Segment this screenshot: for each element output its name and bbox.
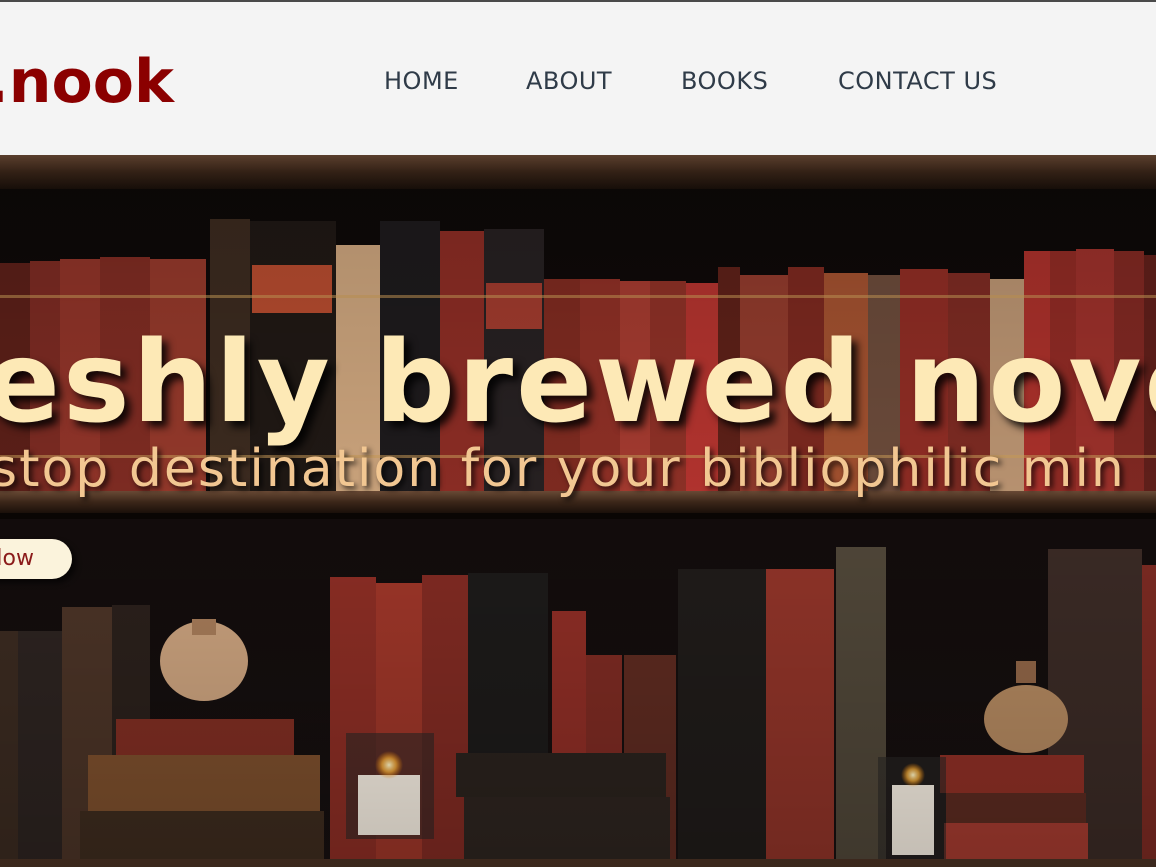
hero-heading: eshly brewed nove: [0, 318, 1156, 448]
bookshelf-background-image: [0, 155, 1156, 867]
nav-link-contact-us[interactable]: CONTACT US: [838, 66, 997, 96]
site-logo[interactable]: .nook: [0, 48, 174, 116]
nav-link-home[interactable]: HOME: [384, 66, 459, 96]
hero-section: eshly brewed nove stop destination for y…: [0, 155, 1156, 867]
hero-subheading: stop destination for your bibliophilic m…: [0, 439, 1126, 499]
nav-link-about[interactable]: ABOUT: [526, 66, 612, 96]
top-navbar: .nook HOME ABOUT BOOKS CONTACT US: [0, 0, 1156, 155]
nav-link-books[interactable]: BOOKS: [681, 66, 768, 96]
explore-now-button[interactable]: low: [0, 539, 72, 579]
